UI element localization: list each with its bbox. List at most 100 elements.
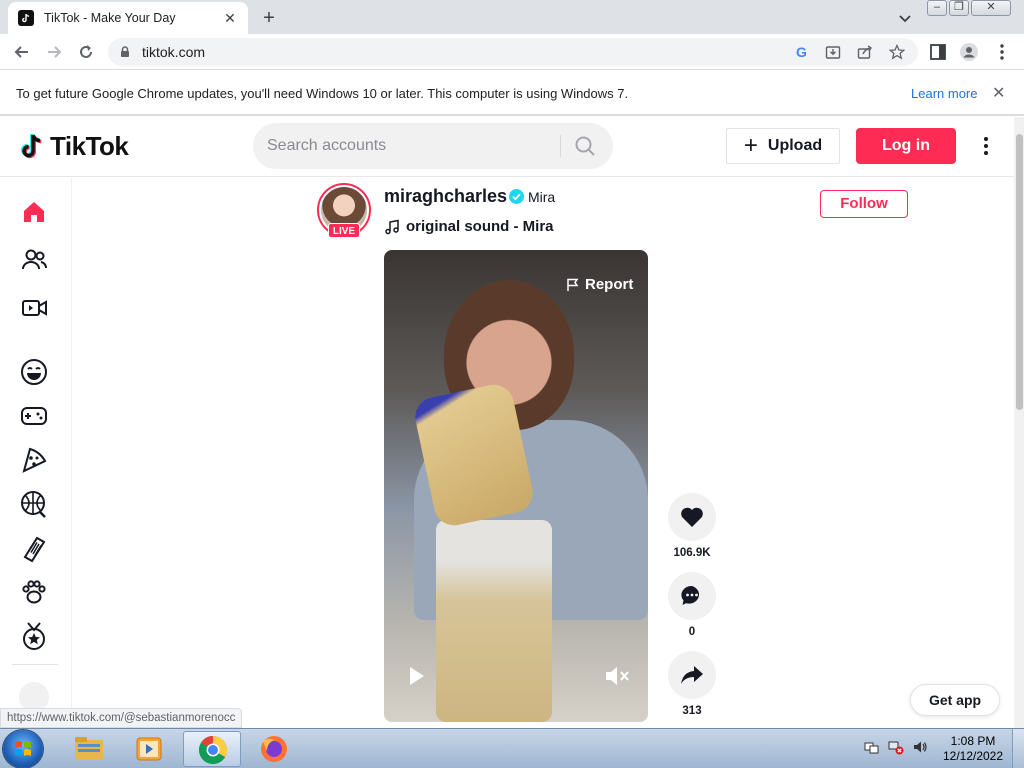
windows-logo-icon (15, 741, 31, 756)
plus-icon: + (743, 132, 758, 159)
network-error-icon[interactable] (888, 739, 904, 755)
window-controls: – ❐ ✕ (927, 0, 1011, 16)
restore-window-button[interactable]: ❐ (949, 0, 969, 16)
tab-title: TikTok - Make Your Day (44, 11, 176, 25)
tiktok-header: TikTok + Upload Log in (0, 117, 1024, 177)
search-icon[interactable] (574, 135, 596, 157)
share-icon[interactable] (857, 44, 873, 60)
flag-icon (567, 278, 579, 291)
sound-title: original sound - Mira (406, 218, 554, 235)
firefox-icon (261, 736, 287, 762)
upload-button[interactable]: + Upload (726, 128, 840, 164)
share-count: 313 (682, 705, 702, 717)
sidebar-divider (12, 664, 58, 665)
gaming-icon[interactable] (18, 400, 50, 432)
clock-time: 1:08 PM (950, 734, 996, 748)
install-app-icon[interactable] (825, 44, 841, 60)
show-desktop-button[interactable] (1012, 729, 1024, 768)
side-panel-icon[interactable] (928, 42, 948, 62)
media-player-icon (136, 737, 162, 761)
tiktok-note-icon (21, 133, 42, 158)
share-arrow-icon (681, 666, 703, 684)
share-button[interactable] (668, 651, 716, 699)
close-window-button[interactable]: ✕ (971, 0, 1011, 16)
browser-tab[interactable]: TikTok - Make Your Day ✕ (8, 2, 248, 34)
following-icon[interactable] (18, 244, 50, 276)
taskbar-media-player-button[interactable] (120, 731, 178, 767)
sidebar (0, 178, 72, 728)
update-info-bar: To get future Google Chrome updates, you… (0, 70, 1024, 116)
muted-volume-icon[interactable] (604, 664, 630, 688)
home-icon[interactable] (18, 196, 50, 228)
tiktok-wordmark: TikTok (50, 131, 129, 161)
video-player[interactable] (384, 250, 648, 722)
taskbar-firefox-button[interactable] (245, 731, 303, 767)
comment-button[interactable] (668, 572, 716, 620)
forward-arrow-icon[interactable] (44, 42, 64, 62)
sports-icon[interactable] (18, 488, 50, 520)
creator-username[interactable]: miraghcharles (384, 186, 507, 207)
url-text[interactable]: tiktok.com (142, 44, 205, 60)
live-icon[interactable] (18, 292, 50, 324)
back-arrow-icon[interactable] (12, 42, 32, 62)
volume-icon[interactable] (912, 739, 928, 755)
achievement-icon[interactable] (18, 620, 50, 652)
browser-toolbar: tiktok.com G (0, 34, 1024, 70)
play-icon[interactable] (408, 666, 426, 686)
google-lens-icon[interactable]: G (794, 44, 810, 60)
like-button[interactable] (668, 493, 716, 541)
get-app-button[interactable]: Get app (910, 684, 1000, 716)
animals-icon[interactable] (18, 576, 50, 608)
comment-count: 0 (688, 626, 696, 638)
lock-icon[interactable] (118, 45, 132, 59)
windows-taskbar: 1:08 PM 12/12/2022 (0, 728, 1024, 768)
search-bar (253, 123, 613, 169)
comedy-icon[interactable] (18, 356, 50, 388)
new-tab-button[interactable]: + (258, 7, 280, 29)
taskbar-chrome-button[interactable] (183, 731, 241, 767)
minimize-window-button[interactable]: – (927, 0, 947, 16)
beauty-icon[interactable] (18, 532, 50, 564)
creator-nickname[interactable]: Mira (528, 189, 555, 205)
link-status-bar: https://www.tiktok.com/@sebastianmorenoc… (0, 708, 243, 728)
search-input[interactable] (267, 135, 547, 157)
reload-icon[interactable] (76, 42, 96, 62)
svg-text:G: G (796, 44, 807, 60)
verified-badge-icon (509, 189, 524, 204)
search-divider (560, 135, 561, 157)
browser-menu-icon[interactable] (992, 42, 1012, 62)
report-label: Report (585, 276, 634, 293)
info-bar-message: To get future Google Chrome updates, you… (16, 86, 629, 101)
comment-icon (681, 585, 700, 605)
scrollbar-thumb[interactable] (1016, 134, 1023, 410)
tab-close-icon[interactable]: ✕ (222, 10, 238, 26)
live-badge: LIVE (328, 223, 360, 238)
tiktok-logo[interactable]: TikTok (20, 131, 129, 162)
upload-label: Upload (767, 137, 823, 154)
learn-more-link[interactable]: Learn more (911, 86, 977, 101)
tiktok-favicon-icon (18, 10, 34, 26)
sound-link[interactable]: original sound - Mira (384, 218, 554, 235)
taskbar-explorer-button[interactable] (60, 731, 118, 767)
bookmark-star-icon[interactable] (889, 44, 905, 60)
login-button[interactable]: Log in (856, 128, 956, 164)
video-frame-shape (436, 520, 552, 722)
food-icon[interactable] (18, 444, 50, 476)
chrome-icon (199, 736, 227, 764)
tab-search-chevron-icon[interactable] (895, 8, 915, 28)
address-bar[interactable]: tiktok.com G (108, 38, 918, 66)
windows-start-button[interactable] (3, 730, 43, 768)
like-count: 106.9K (673, 547, 711, 559)
action-center-icon[interactable] (864, 739, 880, 755)
follow-button[interactable]: Follow (820, 190, 908, 218)
report-button[interactable]: Report (566, 276, 633, 293)
heart-icon (681, 507, 703, 527)
profile-avatar-icon[interactable] (959, 42, 979, 62)
clock-date: 12/12/2022 (942, 749, 1004, 763)
system-tray (864, 739, 928, 755)
taskbar-clock[interactable]: 1:08 PM 12/12/2022 (940, 734, 1006, 764)
explorer-icon (75, 737, 103, 760)
more-options-icon[interactable] (975, 135, 997, 157)
music-note-icon (385, 219, 399, 234)
info-bar-close-icon[interactable]: ✕ (992, 83, 1005, 103)
